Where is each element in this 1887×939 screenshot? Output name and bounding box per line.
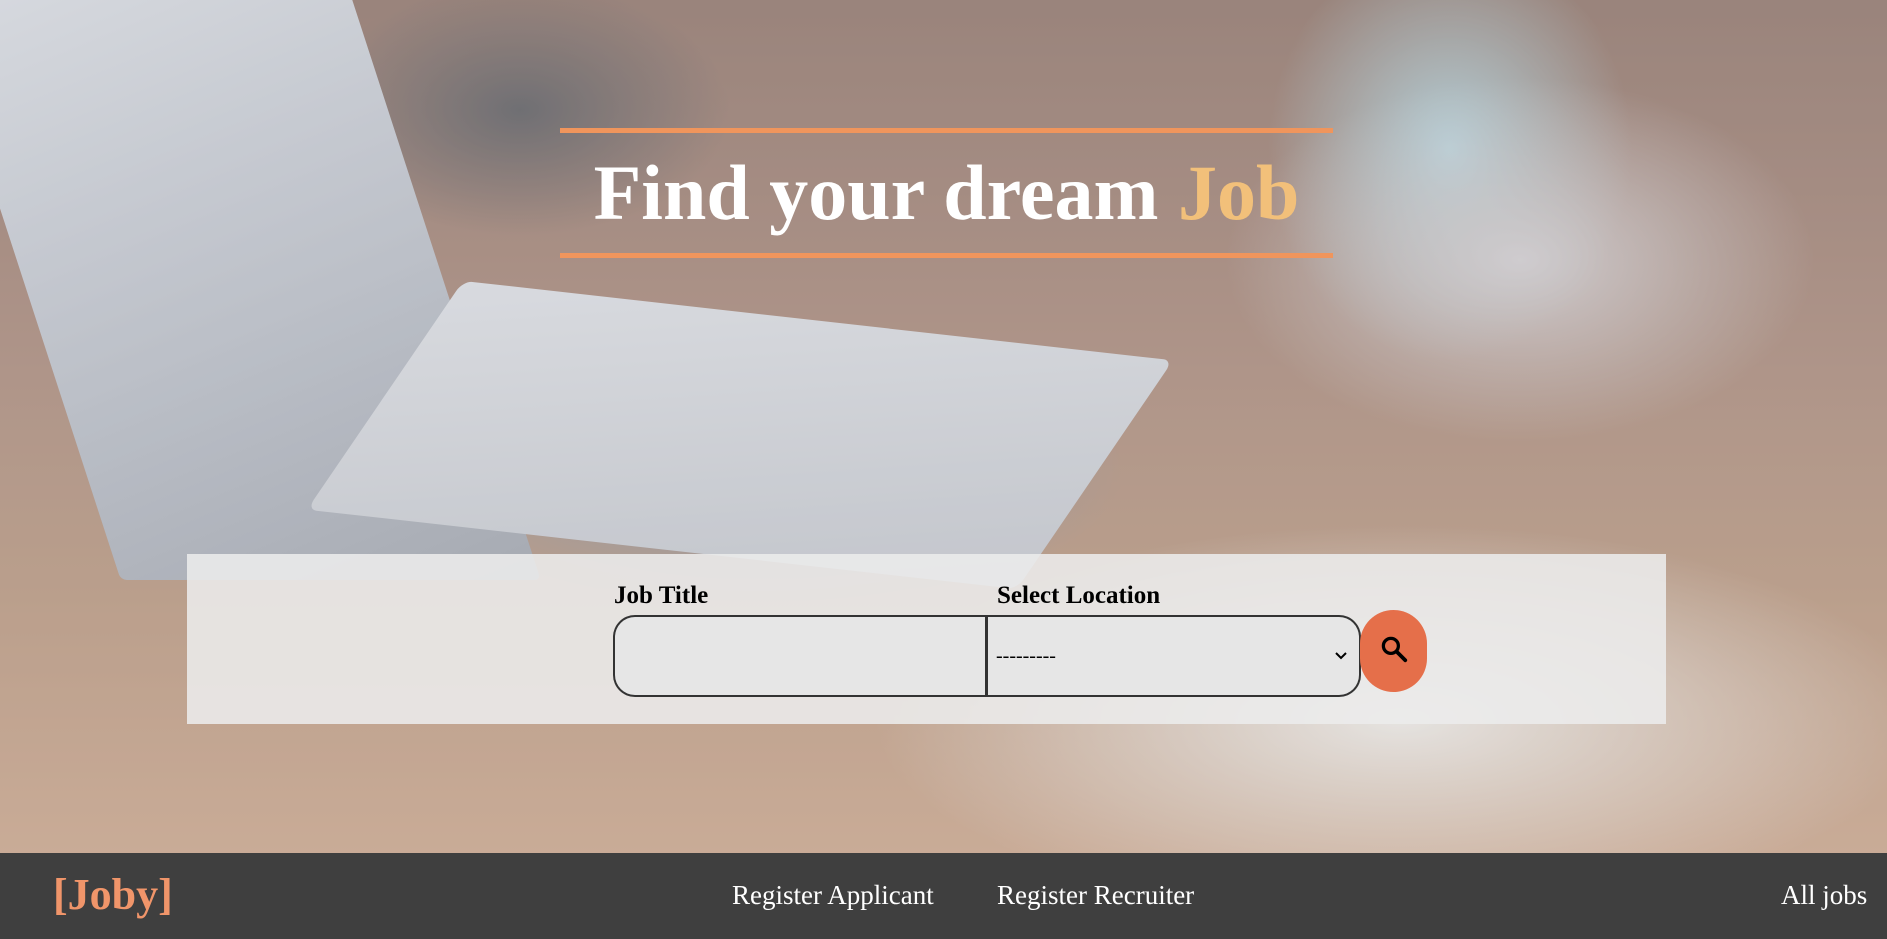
chevron-down-icon <box>1333 648 1349 664</box>
headline-accent-text: Job <box>1177 149 1300 236</box>
nav-register-recruiter[interactable]: Register Recruiter <box>997 882 1194 909</box>
location-label: Select Location <box>997 582 1161 609</box>
location-selected-value: --------- <box>996 644 1056 667</box>
footer-navbar: [Joby] Register Applicant Register Recru… <box>0 853 1887 939</box>
nav-register-applicant[interactable]: Register Applicant <box>732 882 934 909</box>
search-icon <box>1379 634 1409 669</box>
location-select[interactable]: --------- <box>988 615 1361 697</box>
search-button[interactable] <box>1360 610 1427 692</box>
hero-section: Find your dream Job Job Title Select Loc… <box>0 0 1887 853</box>
page-title: Find your dream Job <box>594 154 1300 232</box>
job-title-label: Job Title <box>614 582 709 609</box>
job-title-input[interactable] <box>613 615 988 697</box>
headline-frame: Find your dream Job <box>560 128 1333 258</box>
nav-all-jobs[interactable]: All jobs <box>1781 882 1867 909</box>
brand-logo-link[interactable]: [Joby] <box>53 873 173 917</box>
search-panel: Job Title Select Location --------- <box>187 554 1666 724</box>
headline-main-text: Find your dream <box>593 149 1178 236</box>
